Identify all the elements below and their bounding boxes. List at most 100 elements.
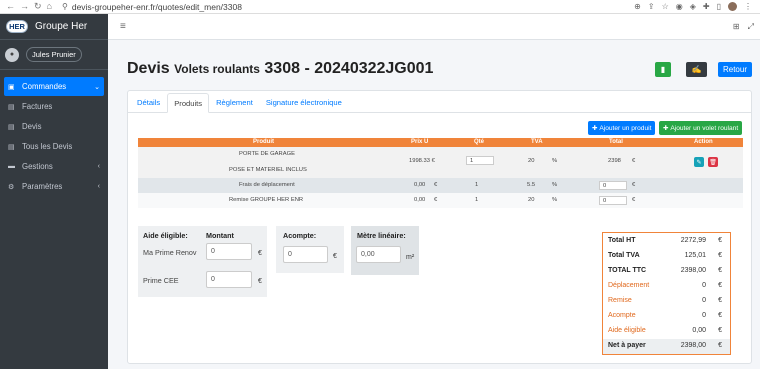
- pdf-document-button[interactable]: ▮: [655, 62, 671, 77]
- total-input[interactable]: 0: [599, 181, 627, 190]
- sidebar-item-gestions[interactable]: ▬ Gestions ‹: [4, 157, 104, 176]
- currency: €: [258, 250, 262, 257]
- user-panel[interactable]: ● Jules Prunier: [0, 40, 108, 70]
- aide-eligible-row: Aide éligible 0,00 €: [603, 324, 730, 339]
- fullscreen-icon[interactable]: ⤢: [748, 22, 754, 32]
- browser-menu-icon[interactable]: ⋮: [744, 2, 752, 11]
- tab-reglement[interactable]: Règlement: [210, 93, 259, 112]
- brand[interactable]: HER Groupe Her: [0, 14, 108, 40]
- aide-eligible-panel: Aide éligible: Montant Ma Prime Renov 0 …: [138, 226, 267, 297]
- totals-panel: Total HT 2272,99 € Total TVA 125,01 € TO…: [602, 232, 731, 355]
- extension-icon[interactable]: ◈: [690, 2, 696, 11]
- document-icon: ▮: [660, 65, 666, 74]
- sidebar-item-devis[interactable]: ▤ Devis: [4, 117, 104, 136]
- table-row: Frais de déplacement 0,00 € 1 5.5 % 0 €: [138, 178, 743, 193]
- total-label: Total TVA: [608, 252, 640, 259]
- sidebar-item-parametres[interactable]: ⚙ Paramètres ‹: [4, 177, 104, 196]
- total-value: 125,01: [684, 252, 706, 259]
- metre-lineaire-panel: Mètre linéaire: 0,00 m²: [351, 226, 419, 275]
- metre-input[interactable]: 0,00: [356, 246, 401, 263]
- total-label: Remise: [608, 297, 632, 304]
- table-row: Remise GROUPE HER ENR 0,00 € 1 20 % 0 €: [138, 193, 743, 208]
- qty-value: 1: [475, 182, 479, 188]
- sidebar-item-label: Factures: [22, 102, 53, 111]
- metre-title: Mètre linéaire:: [357, 231, 406, 240]
- avatar: ●: [5, 47, 19, 62]
- remise-row: Remise 0 €: [603, 294, 730, 309]
- dashboard-icon: ▣: [8, 83, 15, 91]
- forward-arrow-icon[interactable]: →: [20, 1, 29, 12]
- back-arrow-icon[interactable]: ←: [6, 1, 15, 12]
- sidebar-toggle-icon[interactable]: ▯: [717, 2, 721, 11]
- prime-cee-label: Prime CEE: [143, 276, 179, 285]
- tva-value: 20: [528, 158, 535, 164]
- acompte-input[interactable]: 0: [283, 246, 328, 263]
- signature-button[interactable]: ✍: [686, 62, 707, 77]
- currency: €: [718, 252, 722, 259]
- prime-cee-input[interactable]: 0: [206, 271, 252, 288]
- total-tva-row: Total TVA 125,01 €: [603, 249, 730, 264]
- share-icon[interactable]: ⇪: [648, 2, 655, 11]
- total-input[interactable]: 0: [599, 196, 627, 205]
- total-value: 0: [702, 297, 706, 304]
- currency: €: [718, 282, 722, 289]
- site-info-icon[interactable]: ⚲: [62, 2, 68, 11]
- add-volet-button[interactable]: ✚ Ajouter un volet roulant: [659, 121, 743, 135]
- product-desc: POSE ET MATERIEL INCLUS: [229, 167, 307, 173]
- total-value: 2398,00: [680, 342, 706, 349]
- bookmark-star-icon[interactable]: ☆: [662, 2, 669, 11]
- currency: €: [718, 237, 722, 244]
- currency: €: [258, 278, 262, 285]
- qty-input[interactable]: 1: [466, 156, 494, 165]
- zoom-icon[interactable]: ⊕: [634, 2, 641, 11]
- reload-icon[interactable]: ↻: [34, 1, 42, 12]
- sidebar-item-label: Devis: [22, 122, 42, 131]
- tab-produits[interactable]: Produits: [167, 93, 210, 113]
- col-tva: TVA: [531, 139, 543, 145]
- extension-icon[interactable]: ◉: [676, 2, 683, 11]
- tva-value: 20: [528, 197, 535, 203]
- address-bar[interactable]: devis-groupeher-enr.fr/quotes/edit_men/3…: [72, 2, 242, 12]
- product-name: Remise GROUPE HER ENR: [229, 197, 304, 203]
- title-ref: 3308 - 20240322JG001: [264, 60, 434, 77]
- sidebar-item-commandes[interactable]: ▣ Commandes ⌄: [4, 77, 104, 96]
- tva-pct: %: [552, 182, 558, 188]
- quote-card: Détails Produits Règlement Signature éle…: [127, 90, 752, 364]
- tab-details[interactable]: Détails: [131, 93, 166, 112]
- extensions-puzzle-icon[interactable]: ✚: [703, 2, 710, 11]
- tva-pct: %: [552, 197, 558, 203]
- plus-icon: ✚: [592, 125, 600, 132]
- title-main: Devis: [127, 60, 170, 77]
- delete-button[interactable]: 🗑: [708, 157, 718, 167]
- currency: €: [632, 182, 636, 188]
- deplacement-row: Déplacement 0 €: [603, 279, 730, 294]
- unit: m²: [406, 254, 415, 261]
- total-value: 2398,00: [680, 267, 706, 274]
- total-label: Net à payer: [608, 342, 646, 349]
- tab-signature[interactable]: Signature électronique: [260, 93, 348, 112]
- currency: €: [718, 297, 722, 304]
- tab-bar: Détails Produits Règlement Signature éle…: [128, 91, 751, 113]
- sidebar: HER Groupe Her ● Jules Prunier ▣ Command…: [0, 14, 108, 369]
- brand-name: Groupe Her: [35, 21, 88, 32]
- title-sub: Volets roulants: [174, 62, 260, 76]
- profile-avatar[interactable]: [728, 2, 737, 11]
- col-total: Total: [609, 139, 623, 145]
- hamburger-menu-icon[interactable]: ≡: [120, 21, 126, 32]
- back-button[interactable]: Retour: [718, 62, 752, 77]
- sidebar-item-factures[interactable]: ▤ Factures: [4, 97, 104, 116]
- edit-button[interactable]: ✎: [694, 157, 704, 167]
- user-name[interactable]: Jules Prunier: [26, 47, 82, 62]
- trash-icon: 🗑: [709, 159, 717, 166]
- add-product-button[interactable]: ✚ Ajouter un produit: [588, 121, 656, 135]
- browser-toolbar: ← → ↻ ⌂ ⚲ devis-groupeher-enr.fr/quotes/…: [0, 0, 760, 14]
- currency: €: [718, 312, 722, 319]
- grid-icon[interactable]: ⊞: [733, 22, 740, 32]
- sidebar-item-tous-les-devis[interactable]: ▤ Tous les Devis: [4, 137, 104, 156]
- home-icon[interactable]: ⌂: [47, 1, 52, 12]
- aide-title: Aide éligible:: [143, 231, 188, 240]
- top-navbar: ≡ ⊞ ⤢: [108, 14, 760, 40]
- prime-renov-input[interactable]: 0: [206, 243, 252, 260]
- total-ht-row: Total HT 2272,99 €: [603, 234, 730, 249]
- chevron-left-icon: ‹: [97, 183, 100, 190]
